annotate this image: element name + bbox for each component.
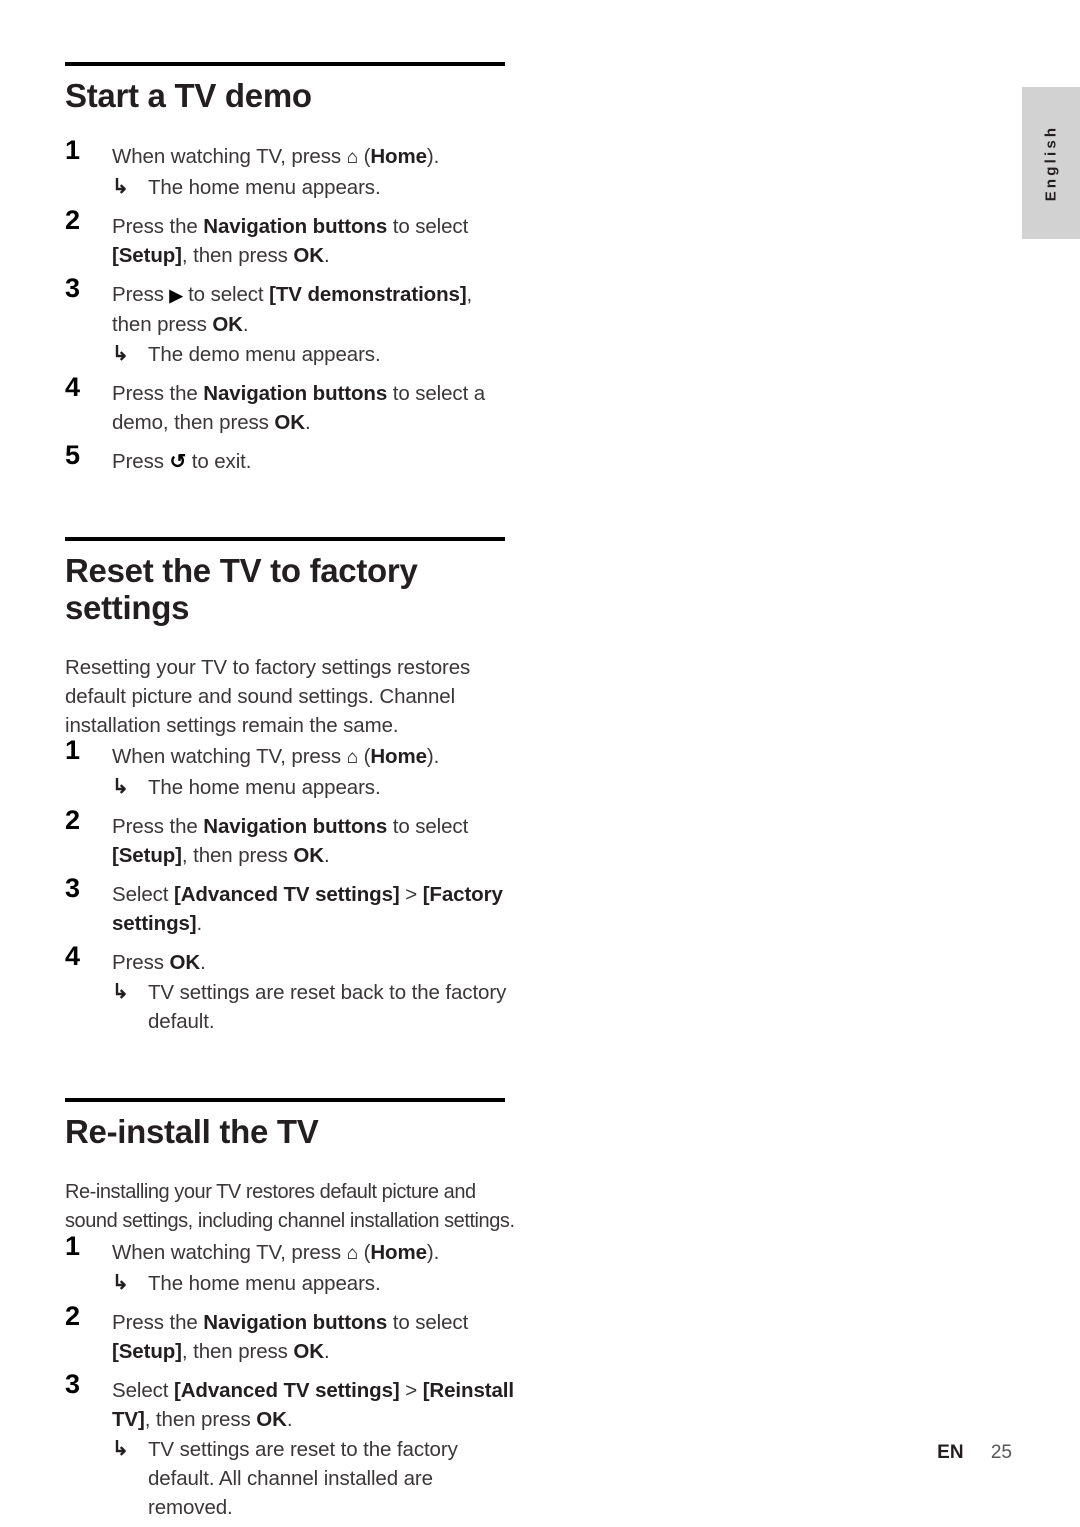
step-number: 4 <box>65 940 81 971</box>
section-intro: Re-installing your TV restores default p… <box>65 1181 515 1233</box>
emphasis: OK <box>293 244 324 268</box>
step-text: Press the Navigation buttons to select a… <box>112 382 486 435</box>
step-number: 2 <box>65 804 81 835</box>
result-arrow-icon: ↳ <box>112 775 129 798</box>
emphasis: Navigation buttons <box>203 382 388 406</box>
step-item: 3 Press ▶ to select [TV demonstrations], … <box>65 275 517 369</box>
step-text: When watching TV, press ⌂ (Home). <box>112 145 440 169</box>
step-number: 3 <box>65 273 81 304</box>
step-item: 2 Press the Navigation buttons to select … <box>65 1303 517 1366</box>
section-intro: Resetting your TV to factory settings re… <box>65 655 471 737</box>
step-number: 2 <box>65 1301 81 1332</box>
step-text: Press the Navigation buttons to select [… <box>112 215 469 268</box>
step-number: 1 <box>65 135 81 166</box>
step-list: 1 When watching TV, press ⌂ (Home). ↳ The h… <box>65 736 517 1036</box>
emphasis: OK <box>169 950 201 974</box>
step-result: ↳ The home menu appears. <box>112 1269 517 1298</box>
step-result: ↳ The home menu appears. <box>112 173 517 202</box>
step-text: Press the Navigation buttons to select [… <box>112 814 469 867</box>
page-content: Start a TV demo 1 When watching TV, press… <box>65 0 517 1522</box>
section-reset-the-tv-to-factory-settings: Reset the TV to factory settings Resetti… <box>65 477 517 1036</box>
emphasis: [Advanced TV settings] <box>173 1379 400 1403</box>
step-number: 1 <box>65 1231 81 1262</box>
emphasis: [TV demonstrations] <box>269 283 467 307</box>
step-list: 1 When watching TV, press ⌂ (Home). ↳ The h… <box>65 1233 517 1522</box>
result-arrow-icon: ↳ <box>112 980 129 1003</box>
result-text: The demo menu appears. <box>148 343 381 367</box>
emphasis: Navigation buttons <box>203 1311 388 1335</box>
step-text: Press OK. <box>112 950 206 974</box>
step-item: 4 Press OK. ↳ TV settings are reset back to… <box>65 942 517 1036</box>
step-text: When watching TV, press ⌂ (Home). <box>112 1241 440 1265</box>
step-number: 4 <box>65 372 81 403</box>
step-result: ↳ The demo menu appears. <box>112 340 517 369</box>
emphasis: Home <box>370 145 427 169</box>
emphasis: [Setup] <box>112 843 182 867</box>
step-item: 2 Press the Navigation buttons to select … <box>65 806 517 870</box>
emphasis: [Setup] <box>112 244 182 268</box>
step-result: ↳ The home menu appears. <box>112 773 517 802</box>
result-text: The home menu appears. <box>148 176 381 200</box>
step-number: 5 <box>65 440 81 471</box>
section-title: Start a TV demo <box>65 77 312 114</box>
emphasis: Home <box>370 1241 427 1265</box>
footer-locale: EN <box>937 1442 964 1463</box>
result-text: The home menu appears. <box>148 1272 381 1296</box>
step-text: Press the Navigation buttons to select [… <box>112 1311 469 1364</box>
emphasis: Navigation buttons <box>203 814 388 838</box>
result-arrow-icon: ↳ <box>112 1272 129 1295</box>
emphasis: OK <box>212 313 243 337</box>
back-icon: ↺ <box>169 451 187 474</box>
step-item: 3 Select [Advanced TV settings] > [Factor… <box>65 874 517 938</box>
result-text: The home menu appears. <box>148 775 381 799</box>
emphasis: OK <box>274 411 305 435</box>
home-icon: ⌂ <box>346 746 359 768</box>
step-text: Select [Advanced TV settings] > [Reinsta… <box>112 1379 514 1432</box>
step-text: When watching TV, press ⌂ (Home). <box>112 744 440 768</box>
section-title: Re-install the TV <box>65 1112 319 1150</box>
emphasis: OK <box>293 843 324 867</box>
section-start-a-tv-demo: Start a TV demo 1 When watching TV, press… <box>65 0 517 477</box>
step-number: 2 <box>65 205 81 236</box>
language-tab-label: English <box>1042 124 1060 202</box>
section-title: Reset the TV to factory settings <box>65 552 418 626</box>
step-text: Press ↺ to exit. <box>112 450 252 474</box>
emphasis: Navigation buttons <box>203 215 388 239</box>
home-icon: ⌂ <box>346 1243 359 1265</box>
step-number: 1 <box>65 734 81 765</box>
result-arrow-icon: ↳ <box>112 176 129 199</box>
emphasis: [Setup] <box>112 1340 182 1364</box>
emphasis: Home <box>370 744 427 768</box>
result-text: TV settings are reset back to the factor… <box>148 980 507 1033</box>
step-number: 3 <box>65 872 81 903</box>
step-item: 1 When watching TV, press ⌂ (Home). ↳ The h… <box>65 137 517 202</box>
step-list: 1 When watching TV, press ⌂ (Home). ↳ The h… <box>65 137 517 477</box>
emphasis: [Advanced TV settings] <box>173 882 400 906</box>
step-item: 5 Press ↺ to exit. <box>65 442 517 477</box>
step-text: Press ▶ to select [TV demonstrations], t… <box>112 283 473 337</box>
page-number: 25 <box>990 1442 1012 1463</box>
emphasis: OK <box>293 1340 324 1364</box>
home-icon: ⌂ <box>346 147 359 169</box>
page-footer: EN 25 <box>0 1442 1012 1464</box>
step-item: 4 Press the Navigation buttons to select … <box>65 374 517 437</box>
step-number: 3 <box>65 1369 81 1400</box>
language-tab: English <box>1022 87 1080 239</box>
step-text: Select [Advanced TV settings] > [Factory… <box>112 882 503 935</box>
step-item: 1 When watching TV, press ⌂ (Home). ↳ The h… <box>65 1233 517 1298</box>
emphasis: OK <box>256 1408 287 1432</box>
step-item: 2 Press the Navigation buttons to select … <box>65 207 517 270</box>
result-arrow-icon: ↳ <box>112 343 129 366</box>
step-result: ↳ TV settings are reset back to the facto… <box>112 978 517 1036</box>
right-icon: ▶ <box>169 286 183 306</box>
step-item: 1 When watching TV, press ⌂ (Home). ↳ The h… <box>65 736 517 802</box>
